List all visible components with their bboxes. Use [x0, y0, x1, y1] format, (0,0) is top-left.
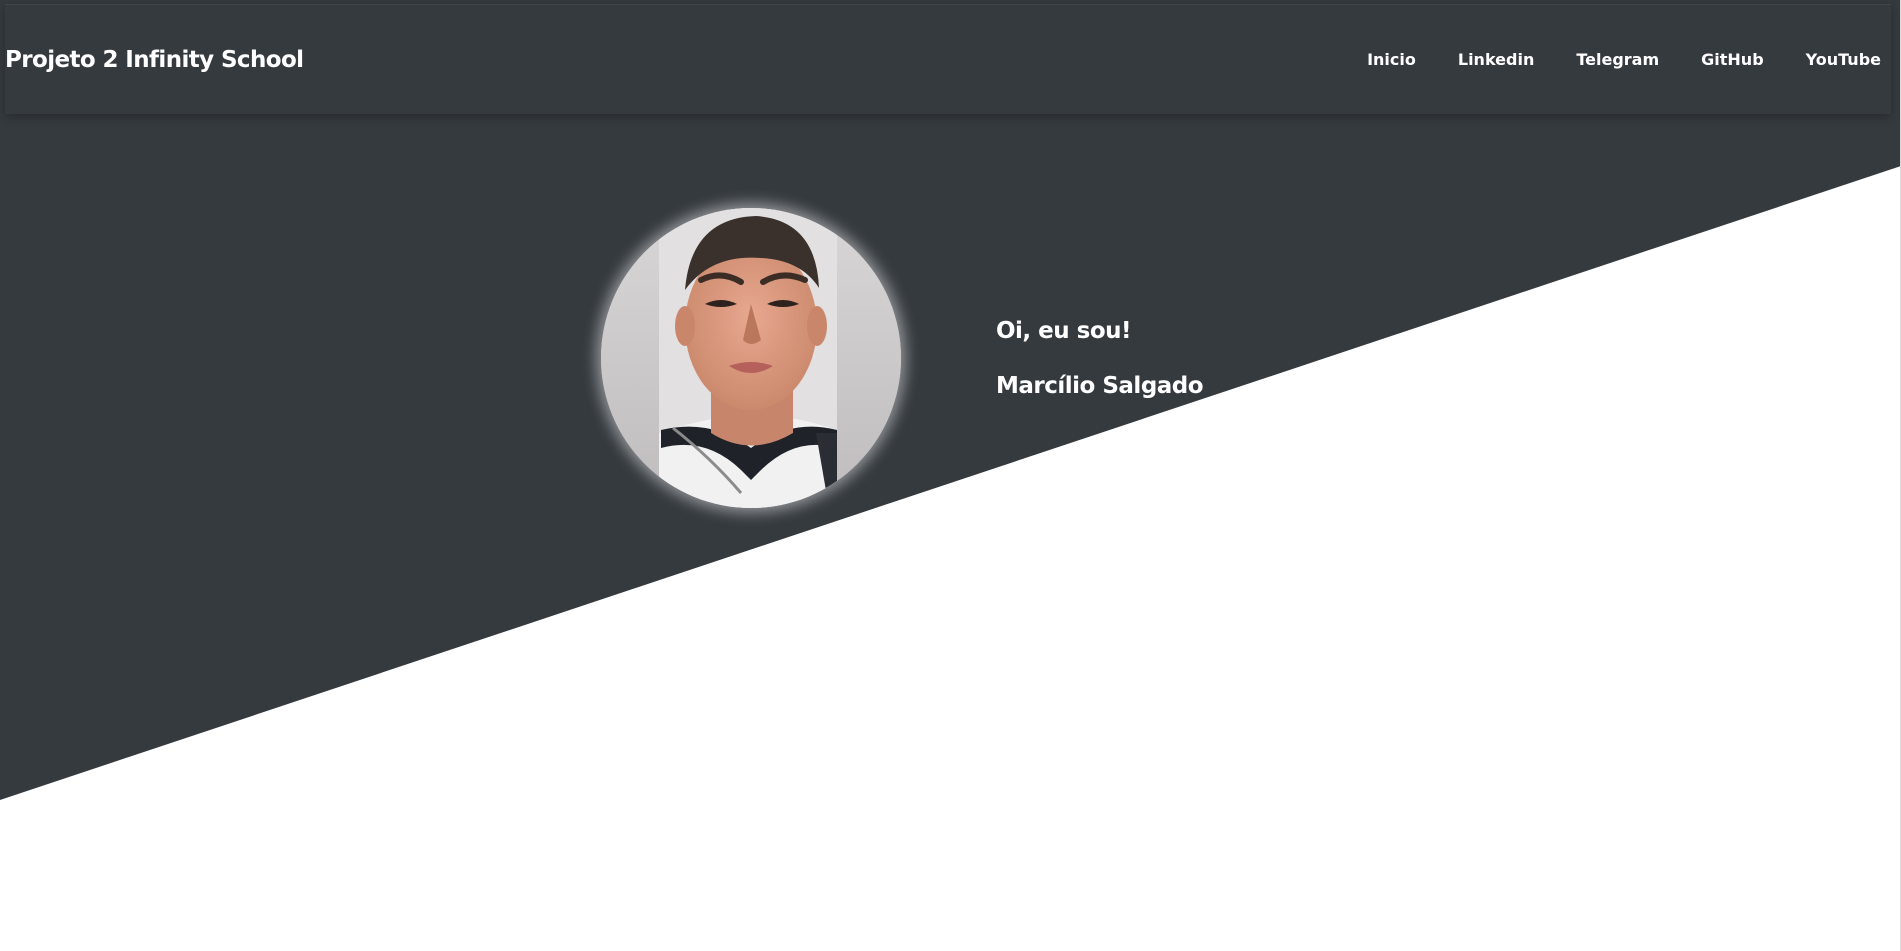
- nav-link-youtube[interactable]: YouTube: [1806, 50, 1881, 69]
- person-name: Marcílio Salgado: [996, 373, 1204, 399]
- diagonal-hero-background: [0, 0, 1901, 951]
- greeting-text: Oi, eu sou!: [996, 318, 1132, 344]
- profile-photo-icon: [601, 208, 901, 508]
- intro-text: Oi, eu sou! Marcílio Salgado: [996, 318, 1204, 399]
- nav-link-github[interactable]: GitHub: [1701, 50, 1764, 69]
- nav-link-inicio[interactable]: Inicio: [1367, 50, 1416, 69]
- top-navbar: Projeto 2 Infinity School Inicio Linkedi…: [5, 4, 1891, 114]
- profile-avatar: [601, 208, 901, 508]
- nav-link-linkedin[interactable]: Linkedin: [1458, 50, 1534, 69]
- brand-title[interactable]: Projeto 2 Infinity School: [5, 47, 304, 73]
- nav-link-telegram[interactable]: Telegram: [1576, 50, 1659, 69]
- nav-links: Inicio Linkedin Telegram GitHub YouTube: [1325, 50, 1881, 69]
- page: Projeto 2 Infinity School Inicio Linkedi…: [0, 0, 1901, 951]
